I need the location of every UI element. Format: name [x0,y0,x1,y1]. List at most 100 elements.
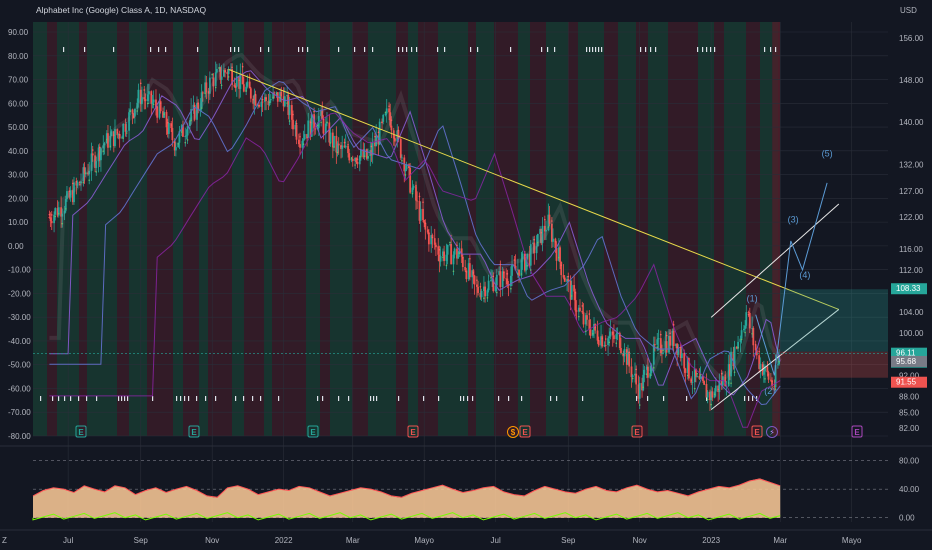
signal-tick [663,396,665,401]
sar-dot [577,315,580,318]
left-axis-tick: -70.00 [8,408,31,417]
signal-tick [686,396,688,401]
candle-body [714,385,717,392]
candle-body [124,124,127,132]
sar-dot [88,179,91,182]
zoom-icon[interactable]: Z [2,536,7,545]
signal-tick [373,396,375,401]
candle-body [457,254,460,259]
candle-body [415,186,417,201]
right-axis-tick: 100.00 [899,329,924,338]
signal-tick [556,396,558,401]
candle-body [412,186,415,188]
sar-dot [394,138,396,140]
candle-body [390,125,393,131]
candle-body [743,328,745,331]
candle-body [609,331,612,337]
sar-dot [356,158,359,160]
signal-tick [411,47,413,52]
price-chart[interactable]: (1) (2) (3) (4) (5) 80.00 40.00 0.00 E E E E E E E E $… [0,0,932,550]
earnings-marker[interactable]: E [851,425,863,438]
signal-tick [121,396,123,401]
candle-body [581,310,584,313]
signal-zone [173,22,183,436]
signal-tick [252,396,254,401]
candle-body [351,158,354,162]
sar-dot [180,131,183,133]
signal-tick [40,396,42,401]
right-axis-tick: 104.00 [899,308,924,317]
candle-body [125,130,128,132]
sar-dot [68,190,71,193]
candle-body [552,238,554,242]
signal-tick [472,396,474,401]
sar-dot [601,337,604,340]
sar-dot [720,372,723,375]
x-axis-tick: Nov [205,536,219,545]
sar-dot [326,121,328,124]
candle-body [450,244,453,265]
sar-dot [540,231,543,234]
candle-body [683,353,686,369]
sar-dot [751,332,753,335]
sar-dot [224,71,226,73]
candle-body [165,111,168,128]
candle-body [487,280,490,291]
candle-body [273,92,276,94]
candle-body [344,145,347,148]
sar-dot [442,256,444,259]
sar-dot [204,92,206,95]
sar-dot [381,121,383,124]
sar-dot [279,97,281,99]
candle-body [443,251,446,261]
signal-tick [338,47,340,52]
sar-dot [476,279,478,281]
sar-dot [422,201,424,203]
sar-dot [690,379,693,382]
right-axis-tick: 85.00 [899,408,920,417]
candle-body [518,269,520,276]
sar-dot [431,236,434,239]
sar-dot [597,339,600,342]
sar-dot [570,295,573,297]
candle-body [562,275,565,278]
sar-dot [404,174,407,176]
sar-dot [322,118,325,120]
sar-dot [706,398,709,401]
sar-dot [486,297,489,299]
signal-tick [196,396,198,401]
left-axis-tick: -80.00 [8,432,31,441]
sar-dot [526,264,529,267]
signal-tick [278,396,280,401]
candle-body [388,108,390,113]
sar-dot [699,374,702,376]
sar-dot [458,252,461,254]
candle-body [596,330,599,341]
sar-dot [333,146,335,148]
signal-zone [306,22,320,436]
candle-body [657,338,660,340]
sar-dot [520,273,523,275]
price-tag-label: 108.33 [896,284,921,293]
signal-tick [477,47,479,52]
candle-body [384,113,387,115]
candle-body [426,229,429,233]
sar-dot [258,104,260,107]
signal-tick [423,396,425,401]
signal-tick [437,47,439,52]
candle-body [290,105,293,120]
candle-body [401,157,403,159]
sar-dot [377,131,380,134]
sar-dot [724,374,726,376]
sar-dot [560,264,563,267]
price-tag-label: 95.68 [896,357,917,366]
sar-dot [737,346,739,349]
sar-dot [54,215,57,218]
sar-dot [479,285,482,288]
sar-dot [635,368,637,371]
sar-dot [163,113,165,115]
sar-dot [676,346,678,348]
signal-tick [470,47,472,52]
candle-body [762,371,765,375]
signal-tick [372,47,374,52]
